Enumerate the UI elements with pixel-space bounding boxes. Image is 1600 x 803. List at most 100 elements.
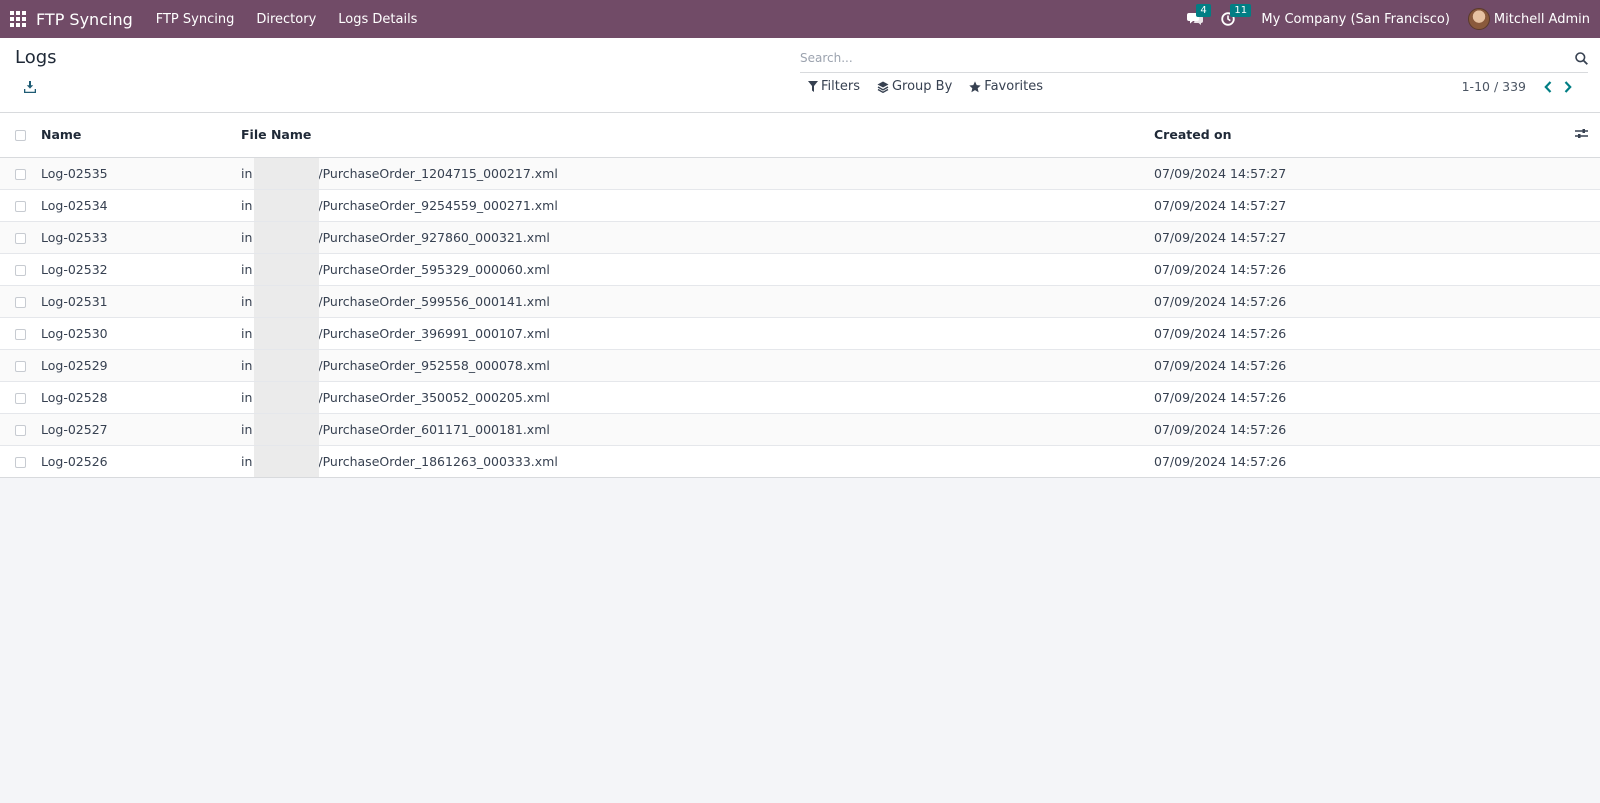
app-brand[interactable]: FTP Syncing bbox=[36, 10, 133, 29]
file-name-prefix: in bbox=[241, 453, 253, 469]
menu-ftp-syncing[interactable]: FTP Syncing bbox=[145, 12, 246, 27]
cell-created-on[interactable]: 07/09/2024 14:57:27 bbox=[1154, 189, 1560, 221]
user-menu[interactable]: Mitchell Admin bbox=[1467, 8, 1600, 30]
export-button[interactable] bbox=[23, 81, 37, 97]
row-select-cell bbox=[0, 413, 41, 445]
menu-directory[interactable]: Directory bbox=[245, 12, 327, 27]
cell-name[interactable]: Log-02533 bbox=[41, 221, 241, 253]
table-row[interactable]: Log-02530 in/PurchaseOrder_396991_000107.… bbox=[0, 317, 1600, 349]
cell-name[interactable]: Log-02528 bbox=[41, 381, 241, 413]
column-header-file-name[interactable]: File Name bbox=[241, 113, 1154, 157]
cell-created-on[interactable]: 07/09/2024 14:57:26 bbox=[1154, 445, 1560, 477]
cell-created-on[interactable]: 07/09/2024 14:57:26 bbox=[1154, 413, 1560, 445]
table-row[interactable]: Log-02531 in/PurchaseOrder_599556_000141.… bbox=[0, 285, 1600, 317]
row-checkbox[interactable] bbox=[15, 168, 26, 180]
search-input[interactable] bbox=[800, 51, 1568, 65]
file-name-rest: /PurchaseOrder_396991_000107.xml bbox=[318, 325, 550, 341]
cell-created-on[interactable]: 07/09/2024 14:57:26 bbox=[1154, 253, 1560, 285]
select-all-checkbox[interactable] bbox=[15, 130, 26, 142]
cell-name[interactable]: Log-02535 bbox=[41, 157, 241, 189]
table-header-row: Name File Name Created on bbox=[0, 113, 1600, 157]
table-row[interactable]: Log-02534 in/PurchaseOrder_9254559_000271… bbox=[0, 189, 1600, 221]
redacted-path-mask bbox=[254, 221, 319, 253]
cell-spacer bbox=[1560, 285, 1600, 317]
row-checkbox[interactable] bbox=[15, 392, 26, 404]
filters-button[interactable]: Filters bbox=[808, 79, 860, 94]
table-row[interactable]: Log-02535 in/PurchaseOrder_1204715_000217… bbox=[0, 157, 1600, 189]
search-bar bbox=[800, 44, 1588, 73]
cell-spacer bbox=[1560, 317, 1600, 349]
table-row[interactable]: Log-02532 in/PurchaseOrder_595329_000060.… bbox=[0, 253, 1600, 285]
table-body: Log-02535 in/PurchaseOrder_1204715_000217… bbox=[0, 157, 1600, 477]
cell-created-on[interactable]: 07/09/2024 14:57:26 bbox=[1154, 381, 1560, 413]
cell-file-name[interactable]: in/PurchaseOrder_350052_000205.xml bbox=[241, 381, 1154, 413]
cell-name[interactable]: Log-02527 bbox=[41, 413, 241, 445]
optional-columns-toggle[interactable] bbox=[1560, 113, 1600, 157]
favorites-button[interactable]: Favorites bbox=[969, 79, 1043, 94]
row-select-cell bbox=[0, 381, 41, 413]
cell-file-name[interactable]: in/PurchaseOrder_599556_000141.xml bbox=[241, 285, 1154, 317]
cell-created-on[interactable]: 07/09/2024 14:57:26 bbox=[1154, 349, 1560, 381]
cell-file-name[interactable]: in/PurchaseOrder_396991_000107.xml bbox=[241, 317, 1154, 349]
cell-file-name[interactable]: in/PurchaseOrder_1204715_000217.xml bbox=[241, 157, 1154, 189]
row-checkbox[interactable] bbox=[15, 360, 26, 372]
file-name-rest: /PurchaseOrder_1861263_000333.xml bbox=[318, 453, 558, 469]
favorites-label: Favorites bbox=[984, 79, 1044, 94]
row-checkbox[interactable] bbox=[15, 200, 26, 212]
column-header-created-on[interactable]: Created on bbox=[1154, 113, 1560, 157]
table-row[interactable]: Log-02529 in/PurchaseOrder_952558_000078.… bbox=[0, 349, 1600, 381]
cell-spacer bbox=[1560, 253, 1600, 285]
cell-file-name[interactable]: in/PurchaseOrder_952558_000078.xml bbox=[241, 349, 1154, 381]
pager: 1-10 / 339 bbox=[1462, 79, 1578, 94]
activities-button[interactable]: 11 bbox=[1221, 4, 1252, 26]
table-row[interactable]: Log-02533 in/PurchaseOrder_927860_000321.… bbox=[0, 221, 1600, 253]
redacted-path-mask bbox=[254, 285, 319, 317]
pager-value[interactable]: 1-10 / 339 bbox=[1462, 79, 1526, 94]
row-checkbox[interactable] bbox=[15, 424, 26, 436]
row-checkbox[interactable] bbox=[15, 296, 26, 308]
cell-name[interactable]: Log-02526 bbox=[41, 445, 241, 477]
redacted-path-mask bbox=[254, 317, 319, 349]
cell-spacer bbox=[1560, 445, 1600, 477]
file-name-rest: /PurchaseOrder_601171_000181.xml bbox=[318, 421, 550, 437]
row-select-cell bbox=[0, 445, 41, 477]
cell-created-on[interactable]: 07/09/2024 14:57:27 bbox=[1154, 221, 1560, 253]
menu-logs-details[interactable]: Logs Details bbox=[327, 12, 428, 27]
cell-name[interactable]: Log-02534 bbox=[41, 189, 241, 221]
top-navbar: FTP Syncing FTP Syncing Directory Logs D… bbox=[0, 0, 1600, 38]
row-checkbox[interactable] bbox=[15, 456, 26, 468]
cell-name[interactable]: Log-02532 bbox=[41, 253, 241, 285]
row-checkbox[interactable] bbox=[15, 328, 26, 340]
file-name-prefix: in bbox=[241, 421, 253, 437]
cell-file-name[interactable]: in/PurchaseOrder_9254559_000271.xml bbox=[241, 189, 1154, 221]
row-checkbox[interactable] bbox=[15, 264, 26, 276]
cell-name[interactable]: Log-02529 bbox=[41, 349, 241, 381]
cell-created-on[interactable]: 07/09/2024 14:57:26 bbox=[1154, 317, 1560, 349]
file-name-prefix: in bbox=[241, 325, 253, 341]
row-checkbox[interactable] bbox=[15, 232, 26, 244]
cell-file-name[interactable]: in/PurchaseOrder_595329_000060.xml bbox=[241, 253, 1154, 285]
cell-file-name[interactable]: in/PurchaseOrder_1861263_000333.xml bbox=[241, 445, 1154, 477]
cell-spacer bbox=[1560, 413, 1600, 445]
pager-previous-button[interactable] bbox=[1538, 80, 1558, 93]
cell-file-name[interactable]: in/PurchaseOrder_927860_000321.xml bbox=[241, 221, 1154, 253]
search-icon[interactable] bbox=[1568, 51, 1588, 65]
cell-created-on[interactable]: 07/09/2024 14:57:26 bbox=[1154, 285, 1560, 317]
cell-name[interactable]: Log-02530 bbox=[41, 317, 241, 349]
redacted-path-mask bbox=[254, 189, 319, 221]
table-row[interactable]: Log-02526 in/PurchaseOrder_1861263_000333… bbox=[0, 445, 1600, 477]
cell-file-name[interactable]: in/PurchaseOrder_601171_000181.xml bbox=[241, 413, 1154, 445]
groupby-button[interactable]: Group By bbox=[877, 79, 952, 94]
column-header-name[interactable]: Name bbox=[41, 113, 241, 157]
pager-next-button[interactable] bbox=[1558, 80, 1578, 93]
row-select-cell bbox=[0, 285, 41, 317]
cell-name[interactable]: Log-02531 bbox=[41, 285, 241, 317]
cell-created-on[interactable]: 07/09/2024 14:57:27 bbox=[1154, 157, 1560, 189]
messages-button[interactable]: 4 bbox=[1187, 4, 1211, 26]
company-switcher[interactable]: My Company (San Francisco) bbox=[1261, 12, 1449, 27]
redacted-path-mask bbox=[254, 157, 319, 189]
table-row[interactable]: Log-02527 in/PurchaseOrder_601171_000181.… bbox=[0, 413, 1600, 445]
table-row[interactable]: Log-02528 in/PurchaseOrder_350052_000205.… bbox=[0, 381, 1600, 413]
select-all-cell bbox=[0, 113, 41, 157]
apps-grid-icon[interactable] bbox=[10, 11, 26, 27]
